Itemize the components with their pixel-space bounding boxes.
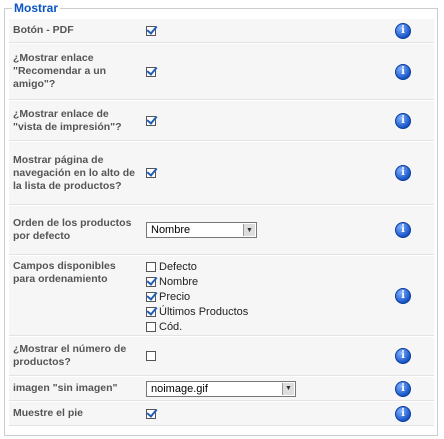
row-sort-fields: Campos disponibles para ordenamiento Def… [9,256,434,336]
mostrar-fieldset: Mostrar Botón - PDF i ¿Mostrar enlace "R… [4,2,438,436]
default-order-select[interactable]: Nombre ▼ [146,222,257,238]
info-icon[interactable]: i [395,222,411,238]
sort-field-checkbox[interactable] [146,291,156,302]
info-icon[interactable]: i [395,22,411,39]
sort-field-checkbox[interactable] [146,321,156,332]
info-icon[interactable]: i [395,405,411,422]
sort-field-option[interactable]: Últimos Productos [146,304,248,319]
sort-field-label: Nombre [159,275,199,288]
row-label: Campos disponibles para ordenamiento [13,260,116,285]
product-count-checkbox[interactable] [146,351,156,361]
row-show-footer: Muestre el pie i [9,402,434,426]
info-icon[interactable]: i [395,63,411,80]
sort-field-label: Precio [159,290,191,303]
row-label: Muestre el pie [13,407,84,419]
sort-field-option[interactable]: Defecto [146,259,248,274]
row-label: Botón - PDF [13,24,74,36]
row-label: Mostrar página de navegación en lo alto … [13,153,135,192]
chevron-down-icon: ▼ [243,224,255,236]
row-label: Orden de los productos por defecto [13,217,132,242]
footer-checkbox[interactable] [146,408,156,419]
select-value: Nombre [151,224,191,236]
sort-field-checkbox[interactable] [146,261,156,272]
sort-field-option[interactable]: Cód. [146,319,248,334]
sort-field-checkbox[interactable] [146,306,156,317]
info-icon[interactable]: i [395,165,411,181]
chevron-down-icon: ▼ [282,382,294,395]
sort-field-label: Cód. [159,320,183,333]
recommend-link-checkbox[interactable] [146,66,156,77]
row-show-product-count: ¿Mostrar el número de productos? i [9,337,434,376]
print-view-checkbox[interactable] [146,115,156,126]
page-navigation-checkbox[interactable] [146,168,156,178]
row-default-order: Orden de los productos por defecto Nombr… [9,206,434,255]
fieldset-legend: Mostrar [12,1,61,15]
row-no-image: imagen "sin imagen" noimage.gif ▼ i [9,377,434,401]
info-icon[interactable]: i [395,348,411,364]
row-label: ¿Mostrar enlace de "vista de impresión"? [13,107,122,133]
info-icon[interactable]: i [395,380,411,397]
sort-field-option[interactable]: Nombre [146,274,248,289]
row-label: ¿Mostrar enlace "Recomendar a un amigo"? [13,52,107,90]
row-label: ¿Mostrar el número de productos? [13,343,127,368]
info-icon[interactable]: i [395,287,411,304]
row-page-navigation: Mostrar página de navegación en lo alto … [9,142,434,205]
info-icon[interactable]: i [395,112,411,129]
row-label: imagen "sin imagen" [13,382,118,394]
row-recommend-link: ¿Mostrar enlace "Recomendar a un amigo"?… [9,44,434,100]
sort-field-label: Defecto [159,260,197,273]
no-image-select[interactable]: noimage.gif ▼ [146,380,296,397]
pdf-button-checkbox[interactable] [146,25,156,36]
sort-field-option[interactable]: Precio [146,289,248,304]
sort-fields-list: Defecto Nombre Precio Últimos Productos … [146,259,248,334]
select-value: noimage.gif [151,382,208,395]
sort-field-label: Últimos Productos [159,305,249,318]
sort-field-checkbox[interactable] [146,276,156,287]
row-print-view-link: ¿Mostrar enlace de "vista de impresión"?… [9,101,434,141]
row-pdf-button: Botón - PDF i [9,19,434,43]
